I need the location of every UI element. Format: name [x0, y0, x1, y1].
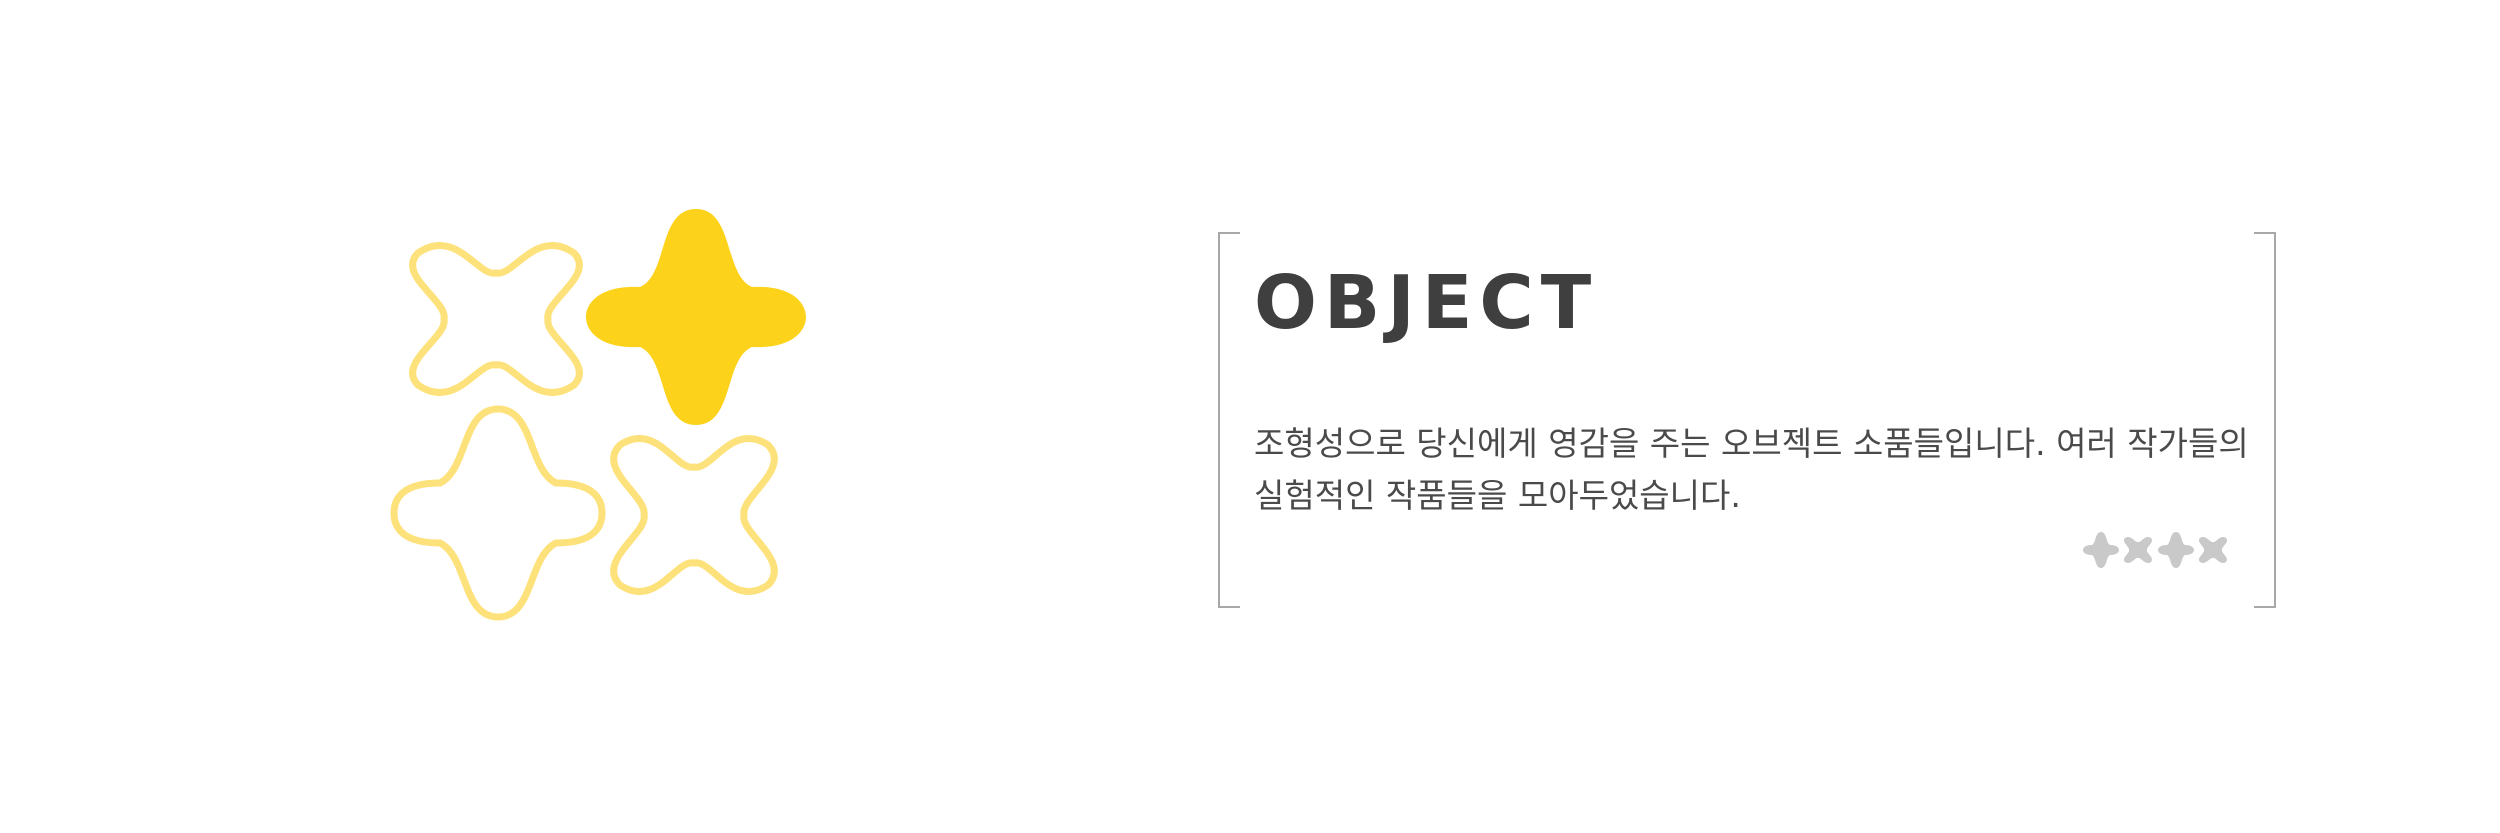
category-shape-icons — [2082, 531, 2232, 569]
category-title: OBJECT — [1254, 260, 1599, 346]
clover-shape-icon — [2123, 536, 2153, 564]
category-description: 조형성으로 당신에게 영감을 주는 오브젝트 소품들입니다. 여러 작가들의 실… — [1254, 424, 2249, 515]
star-shape-icon — [2158, 532, 2194, 568]
flower-outline-icon — [610, 434, 778, 596]
clover-shape-icon — [2198, 536, 2228, 564]
object-logo-group — [380, 195, 820, 635]
star-shape-icon — [2083, 532, 2119, 568]
object-category-card: OBJECT 조형성으로 당신에게 영감을 주는 오브젝트 소품들입니다. 여러… — [1218, 232, 2276, 608]
flower-filled-icon — [586, 209, 806, 425]
right-bracket — [2254, 232, 2276, 608]
flower-outline-icon — [409, 242, 583, 396]
flower-outline-icon — [390, 405, 606, 621]
left-bracket — [1218, 232, 1240, 608]
